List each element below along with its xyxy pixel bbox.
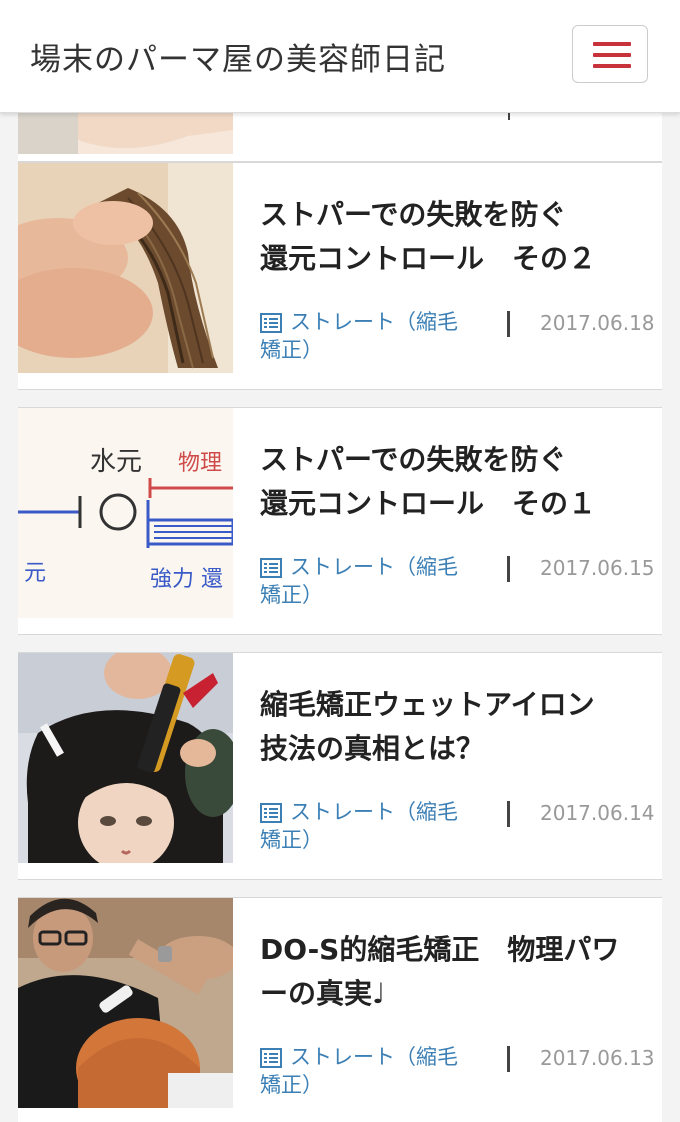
category-link-continued[interactable]: 矯正）: [260, 337, 323, 364]
category-link-continued[interactable]: 矯正）: [260, 582, 323, 609]
category-link[interactable]: ストレート（縮毛: [290, 554, 458, 581]
post-title[interactable]: ストパーでの失敗を防ぐ 還元コントロール その２: [260, 193, 650, 281]
category-link[interactable]: ストレート（縮毛: [290, 1044, 458, 1071]
menu-button[interactable]: [572, 25, 648, 83]
post-card[interactable]: 水元 物理 元 強力 還 ストパーでの失敗を防ぐ 還元コントロール その１ スト…: [18, 407, 662, 635]
thumb-text-right-bottom: 強力 還: [150, 567, 223, 592]
post-card[interactable]: ストパーでの失敗を防ぐ 還元コントロール その２ ストレート（縮毛 矯正） 20…: [18, 162, 662, 390]
category-link[interactable]: ストレート（縮毛: [290, 309, 458, 336]
post-title-line1: ストパーでの失敗を防ぐ: [260, 198, 567, 231]
thumb-text-left-bottom: 元: [24, 561, 46, 586]
post-date: 2017.06.15: [540, 556, 655, 580]
post-date: 2017.06.14: [540, 801, 655, 825]
list-icon: [260, 313, 282, 333]
post-title-line1: DO-S的縮毛矯正 物理パワ: [260, 933, 620, 966]
post-card[interactable]: DO-S的縮毛矯正 物理パワ ーの真実♩ ストレート（縮毛 矯正） 2017.0…: [18, 897, 662, 1122]
post-title[interactable]: DO-S的縮毛矯正 物理パワ ーの真実♩: [260, 928, 650, 1016]
thumb-text-left-top: 水元: [90, 447, 142, 477]
site-header: 場末のパーマ屋の美容師日記: [0, 0, 680, 113]
post-meta: ストレート（縮毛 矯正） 2017.06.15: [260, 554, 655, 614]
post-title[interactable]: ストパーでの失敗を防ぐ 還元コントロール その１: [260, 438, 650, 526]
post-meta: ストレート（縮毛 矯正） 2017.06.18: [260, 309, 655, 369]
post-title-line1: ストパーでの失敗を防ぐ: [260, 443, 567, 476]
list-icon: [260, 803, 282, 823]
meta-separator: [507, 1046, 510, 1072]
category-link[interactable]: ストレート（縮毛: [290, 799, 458, 826]
site-title[interactable]: 場末のパーマ屋の美容師日記: [30, 34, 446, 79]
page: 場末のパーマ屋の美容師日記 ストパーでの失敗を防ぐ 還元コントロール その２ ス…: [0, 0, 680, 1122]
post-thumbnail-mannequin-iron[interactable]: [18, 653, 233, 863]
list-icon: [260, 1048, 282, 1068]
meta-separator: [507, 556, 510, 582]
list-icon: [260, 558, 282, 578]
category-link-continued[interactable]: 矯正）: [260, 1072, 323, 1099]
post-thumbnail-stylist-working[interactable]: [18, 898, 233, 1108]
post-meta: ストレート（縮毛 矯正） 2017.06.13: [260, 1044, 655, 1104]
post-title[interactable]: 縮毛矯正ウェットアイロン 技法の真相とは？: [260, 683, 650, 771]
post-title-line2: 還元コントロール その１: [260, 487, 597, 520]
post-thumbnail-diagram[interactable]: 水元 物理 元 強力 還: [18, 408, 233, 618]
thumb-text-right-top: 物理: [178, 451, 222, 476]
post-title-line2: 還元コントロール その２: [260, 242, 597, 275]
post-title-line1: 縮毛矯正ウェットアイロン: [260, 688, 595, 721]
post-date: 2017.06.13: [540, 1046, 655, 1070]
category-link-continued[interactable]: 矯正）: [260, 827, 323, 854]
post-thumbnail-hair-strand[interactable]: [18, 163, 233, 373]
meta-separator: [507, 801, 510, 827]
meta-separator: [507, 311, 510, 337]
post-title-line2: ーの真実♩: [260, 977, 386, 1010]
post-card[interactable]: 縮毛矯正ウェットアイロン 技法の真相とは？ ストレート（縮毛 矯正） 2017.…: [18, 652, 662, 880]
post-title-line2: 技法の真相とは？: [260, 732, 485, 765]
post-date: 2017.06.18: [540, 311, 655, 335]
post-meta: ストレート（縮毛 矯正） 2017.06.14: [260, 799, 655, 859]
